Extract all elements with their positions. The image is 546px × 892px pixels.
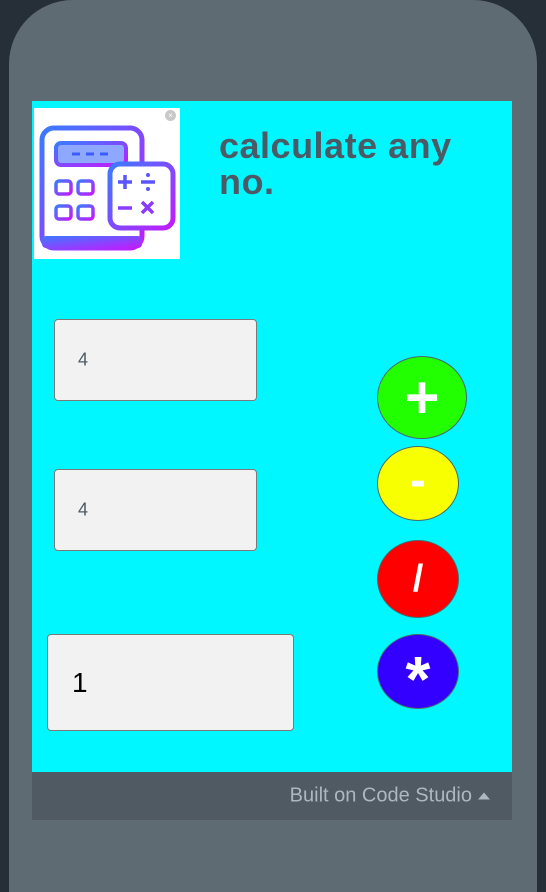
footer-bar: Built on Code Studio <box>32 772 512 820</box>
caret-up-icon <box>478 792 490 800</box>
second-number-value: 4 <box>78 499 89 520</box>
first-number-input[interactable]: 4 <box>54 319 257 401</box>
multiply-button[interactable]: * <box>377 634 459 715</box>
code-studio-link[interactable]: Built on Code Studio <box>290 785 490 808</box>
footer-label: Built on Code Studio <box>289 784 472 807</box>
calculator-icon <box>39 125 176 251</box>
page-title: calculate any no. <box>219 125 452 202</box>
add-button[interactable]: + <box>377 356 467 439</box>
first-number-value: 4 <box>78 349 89 370</box>
close-icon[interactable]: × <box>165 110 176 121</box>
divide-button[interactable]: / <box>377 540 459 618</box>
result-value: 1 <box>72 666 88 698</box>
subtract-button[interactable]: - <box>377 446 459 521</box>
second-number-input[interactable]: 4 <box>54 469 257 551</box>
calculator-logo-image: × <box>34 108 180 259</box>
app-screen: × calculate any no. 4 4 1 + - / * <box>32 101 512 772</box>
result-display: 1 <box>47 634 294 731</box>
